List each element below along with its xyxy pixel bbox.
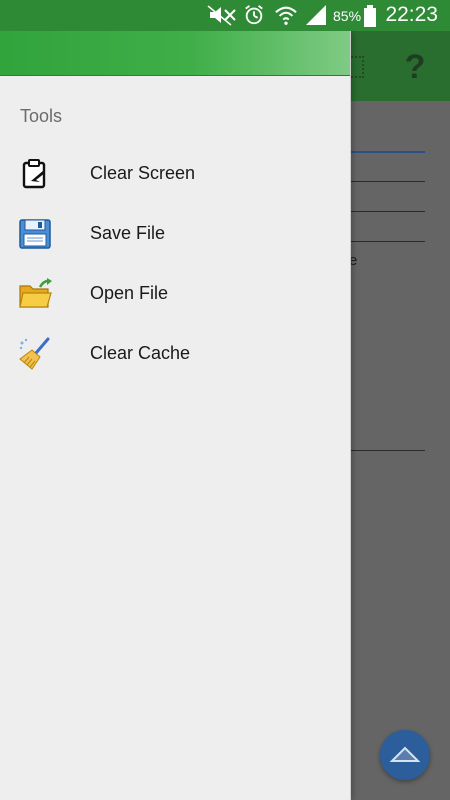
battery-percent: 85%: [333, 8, 362, 24]
background-divider: [350, 450, 425, 451]
clipboard-clear-icon: [18, 157, 52, 191]
background-divider: [350, 181, 425, 182]
open-folder-icon: [18, 277, 52, 311]
menu-item-label: Open File: [90, 283, 169, 303]
mute-icon: [207, 5, 236, 26]
menu-item-label: Save File: [90, 223, 166, 243]
alarm-icon: [245, 5, 263, 25]
menu-item-label: Clear Screen: [90, 163, 196, 183]
screen: ? e 85% 22:23 Tools Clear Screen Save Fi…: [0, 0, 450, 800]
menu-item-clear-cache[interactable]: Clear Cache: [0, 325, 350, 385]
background-divider: [350, 151, 425, 153]
broom-icon: [18, 337, 52, 371]
signal-icon: [306, 5, 326, 25]
background-divider: [350, 241, 425, 242]
help-icon: ?: [404, 48, 426, 86]
wifi-icon: [275, 6, 297, 25]
menu-item-save-file[interactable]: Save File: [0, 205, 350, 265]
background-divider: [350, 211, 425, 212]
chevron-up-icon: [389, 746, 421, 762]
status-bar: 85% 22:23: [0, 0, 450, 31]
battery-icon: [364, 5, 376, 27]
menu-item-label: Clear Cache: [90, 343, 191, 363]
navigation-drawer: Tools Clear Screen Save File Open File C…: [0, 31, 351, 800]
floppy-disk-icon: [18, 217, 52, 251]
section-title-tools: Tools: [20, 106, 63, 126]
menu-item-clear-screen[interactable]: Clear Screen: [0, 145, 350, 205]
drawer-header-divider: [0, 75, 350, 76]
status-time: 22:23: [385, 3, 438, 26]
scroll-up-button[interactable]: [380, 730, 430, 780]
menu-item-open-file[interactable]: Open File: [0, 265, 350, 325]
drawer-header: [0, 31, 350, 75]
